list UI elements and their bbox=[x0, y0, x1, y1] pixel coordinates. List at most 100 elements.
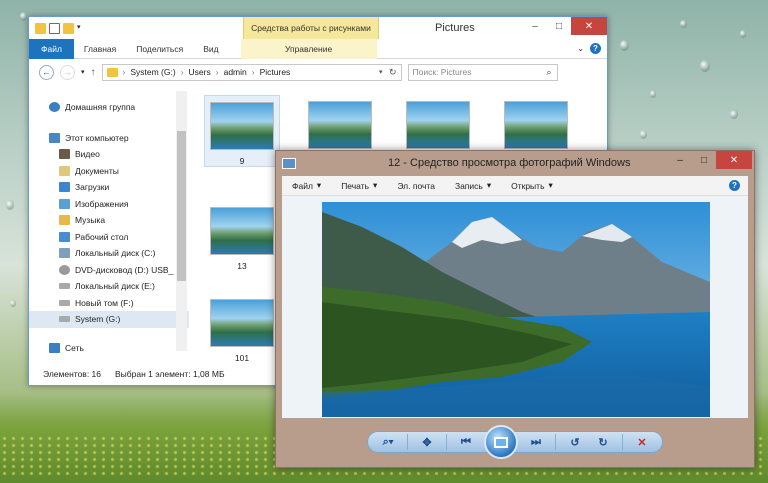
menu-open[interactable]: Открыть ▾ bbox=[501, 180, 563, 191]
dvd-drive-icon bbox=[59, 264, 70, 275]
image-thumbnail bbox=[308, 101, 372, 149]
quick-access-toolbar: ▾ bbox=[29, 22, 84, 34]
image-thumbnail bbox=[210, 207, 274, 255]
file-item[interactable]: 101 bbox=[204, 293, 280, 365]
rotate-right-icon[interactable]: ↻ bbox=[591, 433, 615, 451]
previous-icon[interactable]: ⏮ bbox=[454, 433, 478, 451]
refresh-icon[interactable]: ↻ bbox=[389, 67, 397, 78]
file-item[interactable]: 13 bbox=[204, 201, 280, 273]
network-icon bbox=[49, 342, 60, 353]
divider bbox=[555, 434, 556, 450]
close-button[interactable]: ✕ bbox=[716, 151, 752, 169]
drive-icon bbox=[59, 316, 70, 323]
nav-item-this-pc[interactable]: Этот компьютер bbox=[29, 130, 189, 147]
photo-viewer-app-icon bbox=[282, 157, 296, 169]
recent-locations-icon[interactable]: ▾ bbox=[81, 68, 85, 76]
menu-file[interactable]: Файл ▾ bbox=[282, 180, 331, 191]
displayed-photo bbox=[322, 202, 710, 417]
homegroup-icon bbox=[49, 102, 60, 113]
tab-file[interactable]: Файл bbox=[29, 38, 74, 59]
nav-scrollbar[interactable] bbox=[176, 91, 187, 351]
slideshow-icon bbox=[494, 436, 508, 448]
chevron-down-icon[interactable]: ▾ bbox=[77, 23, 84, 34]
close-button[interactable]: ✕ bbox=[571, 17, 607, 35]
window-title: Pictures bbox=[435, 22, 475, 34]
nav-item-drive-e[interactable]: Локальный диск (E:) bbox=[29, 278, 189, 295]
nav-item-drive-f[interactable]: Новый том (F:) bbox=[29, 295, 189, 312]
drive-icon bbox=[59, 283, 70, 290]
slideshow-button[interactable] bbox=[484, 425, 518, 459]
windows-drive-icon bbox=[59, 248, 70, 259]
divider bbox=[622, 434, 623, 450]
breadcrumb-users[interactable]: Users bbox=[189, 67, 211, 77]
chevron-down-icon: ▾ bbox=[373, 180, 378, 190]
chevron-down-icon: ▾ bbox=[486, 180, 492, 190]
nav-item-music[interactable]: Музыка bbox=[29, 212, 189, 229]
tab-manage[interactable]: Управление bbox=[240, 38, 377, 59]
pictures-folder-icon bbox=[59, 198, 70, 209]
properties-icon[interactable] bbox=[49, 22, 60, 34]
search-placeholder: Поиск: Pictures bbox=[412, 67, 472, 77]
search-input[interactable]: Поиск: Pictures ⌕ bbox=[407, 63, 558, 81]
nav-item-downloads[interactable]: Загрузки bbox=[29, 179, 189, 196]
address-row: ← → ▾ ↑ › System (G:) › Users › admin › … bbox=[29, 59, 607, 85]
viewer-title: 12 - Средство просмотра фотографий Windo… bbox=[388, 157, 631, 169]
back-button[interactable]: ← bbox=[39, 64, 54, 80]
landscape-photo bbox=[322, 202, 710, 417]
zoom-icon[interactable]: ⌕▾ bbox=[376, 433, 400, 451]
delete-icon[interactable]: ✕ bbox=[630, 433, 654, 451]
breadcrumb-admin[interactable]: admin bbox=[224, 67, 247, 77]
nav-item-drive-g[interactable]: System (G:) bbox=[29, 311, 189, 328]
menu-print[interactable]: Печать ▾ bbox=[331, 180, 387, 191]
maximize-button[interactable]: □ bbox=[547, 17, 571, 35]
minimize-button[interactable]: – bbox=[668, 151, 692, 169]
tab-view[interactable]: Вид bbox=[193, 39, 228, 59]
documents-folder-icon bbox=[59, 165, 70, 176]
help-icon[interactable]: ? bbox=[590, 43, 601, 54]
search-icon[interactable]: ⌕ bbox=[546, 67, 551, 78]
navigation-pane: Домашняя группа Этот компьютер Видео Док… bbox=[29, 87, 189, 367]
folder-icon[interactable] bbox=[35, 22, 46, 34]
video-folder-icon bbox=[59, 149, 70, 160]
minimize-button[interactable]: – bbox=[523, 17, 547, 35]
photo-viewer-window: 12 - Средство просмотра фотографий Windo… bbox=[275, 150, 755, 468]
selection-info: Выбран 1 элемент: 1,08 МБ bbox=[115, 369, 225, 379]
viewer-menu-bar: Файл ▾ Печать ▾ Эл. почта Запись ▾ Открыть ▾… bbox=[282, 176, 748, 196]
ribbon-tabs: Файл Главная Поделиться Вид Управление ⌄… bbox=[29, 38, 607, 59]
nav-item-network[interactable]: Сеть bbox=[29, 340, 189, 357]
up-button[interactable]: ↑ bbox=[91, 67, 96, 78]
file-item[interactable]: 9 bbox=[204, 95, 280, 167]
divider bbox=[407, 434, 408, 450]
breadcrumb-pictures[interactable]: Pictures bbox=[260, 67, 291, 77]
tab-home[interactable]: Главная bbox=[74, 39, 126, 59]
viewer-titlebar: 12 - Средство просмотра фотографий Windo… bbox=[276, 151, 754, 175]
forward-button[interactable]: → bbox=[60, 64, 75, 80]
breadcrumb-drive[interactable]: System (G:) bbox=[130, 67, 175, 77]
chevron-down-icon[interactable]: ▾ bbox=[379, 68, 383, 76]
folder-icon bbox=[106, 67, 118, 77]
nav-item-dvd-d[interactable]: DVD-дисковод (D:) USB_ bbox=[29, 262, 189, 279]
expand-ribbon-icon[interactable]: ⌄ bbox=[577, 44, 584, 53]
nav-item-homegroup[interactable]: Домашняя группа bbox=[29, 99, 189, 116]
help-icon[interactable]: ? bbox=[729, 180, 740, 191]
nav-item-video[interactable]: Видео bbox=[29, 146, 189, 163]
maximize-button[interactable]: □ bbox=[692, 151, 716, 169]
image-thumbnail bbox=[210, 299, 274, 347]
scrollbar-thumb[interactable] bbox=[177, 131, 186, 281]
new-folder-icon[interactable] bbox=[63, 22, 74, 34]
viewer-toolbar: ⌕▾ ✥ ⏮ ⏭ ↺ ↻ ✕ bbox=[276, 417, 754, 467]
menu-burn[interactable]: Запись ▾ bbox=[445, 180, 501, 191]
address-bar[interactable]: › System (G:) › Users › admin › Pictures… bbox=[101, 63, 402, 81]
tab-share[interactable]: Поделиться bbox=[126, 39, 193, 59]
menu-email[interactable]: Эл. почта bbox=[387, 181, 445, 191]
nav-item-desktop[interactable]: Рабочий стол bbox=[29, 229, 189, 246]
item-count: Элементов: 16 bbox=[43, 369, 101, 379]
rotate-left-icon[interactable]: ↺ bbox=[563, 433, 587, 451]
nav-item-pictures[interactable]: Изображения bbox=[29, 196, 189, 213]
nav-item-drive-c[interactable]: Локальный диск (C:) bbox=[29, 245, 189, 262]
explorer-titlebar: ▾ Средства работы с рисунками Pictures –… bbox=[29, 17, 607, 39]
image-thumbnail bbox=[406, 101, 470, 149]
next-icon[interactable]: ⏭ bbox=[524, 433, 548, 451]
actual-size-icon[interactable]: ✥ bbox=[415, 433, 439, 451]
nav-item-documents[interactable]: Документы bbox=[29, 163, 189, 180]
